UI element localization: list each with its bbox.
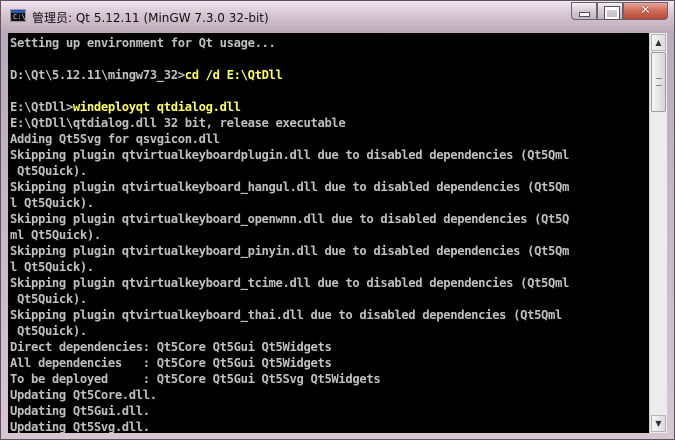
close-icon: ✕	[640, 3, 651, 18]
console-line: l Qt5Quick).	[10, 196, 94, 210]
console-command: cd /d E:\QtDll	[184, 68, 283, 82]
title-bar[interactable]: C:\ 管理员: Qt 5.12.11 (MinGW 7.3.0 32-bit)…	[1, 1, 674, 33]
console-line: Skipping plugin qtvirtualkeyboard_thai.d…	[10, 308, 563, 322]
console-line: Skipping plugin qtvirtualkeyboard_openwn…	[10, 212, 570, 226]
console-line: Setting up environment for Qt usage...	[10, 36, 276, 50]
arrow-down-icon: ▼	[655, 419, 662, 428]
console-icon[interactable]: C:\	[10, 9, 26, 22]
console-line: Skipping plugin qtvirtualkeyboard_hangul…	[10, 180, 570, 194]
console-command: windeployqt qtdialog.dll	[72, 100, 241, 114]
maximize-icon	[598, 3, 622, 19]
console-lines: Setting up environment for Qt usage... D:…	[10, 35, 569, 433]
console-line: Updating Qt5Svg.dll.	[10, 420, 150, 433]
console-line: To be deployed : Qt5Core Qt5Gui Qt5Svg Q…	[10, 372, 381, 386]
close-button[interactable]: ✕	[623, 2, 668, 20]
console-line: l Qt5Quick).	[10, 260, 94, 274]
console-icon-text: C:\	[13, 13, 26, 21]
minimize-icon	[572, 3, 596, 19]
scroll-up-button[interactable]: ▲	[651, 34, 666, 51]
console-line: Updating Qt5Core.dll.	[10, 388, 157, 402]
arrow-up-icon: ▲	[655, 38, 662, 47]
console-line: Skipping plugin qtvirtualkeyboard_pinyin…	[10, 244, 570, 258]
console-line: ml Qt5Quick).	[10, 228, 101, 242]
console-line: Skipping plugin qtvirtualkeyboard_tcime.…	[10, 276, 570, 290]
console-line: Qt5Quick).	[10, 292, 87, 306]
console-line: Qt5Quick).	[10, 164, 87, 178]
console-line: Updating Qt5Gui.dll.	[10, 404, 150, 418]
console-line: Adding Qt5Svg for qsvgicon.dll	[10, 132, 220, 146]
maximize-button[interactable]	[597, 2, 623, 20]
console-output[interactable]: Setting up environment for Qt usage... D:…	[8, 33, 649, 433]
window-title: 管理员: Qt 5.12.11 (MinGW 7.3.0 32-bit)	[32, 11, 269, 25]
console-prompt: E:\QtDll>	[10, 100, 73, 114]
minimize-button[interactable]	[571, 2, 597, 20]
scroll-down-button[interactable]: ▼	[651, 415, 666, 432]
console-line: Direct dependencies: Qt5Core Qt5Gui Qt5W…	[10, 340, 332, 354]
scrollbar-thumb[interactable]	[651, 52, 666, 112]
console-line: E:\QtDll>windeployqt qtdialog.dll	[10, 99, 569, 115]
window-controls: ✕	[571, 2, 668, 21]
console-line: E:\QtDll\qtdialog.dll 32 bit, release ex…	[10, 116, 346, 130]
console-prompt: D:\Qt\5.12.11\mingw73_32>	[10, 68, 185, 82]
console-line: D:\Qt\5.12.11\mingw73_32>cd /d E:\QtDll	[10, 67, 569, 83]
vertical-scrollbar[interactable]: ▲ ▼	[649, 33, 667, 433]
console-line: All dependencies : Qt5Core Qt5Gui Qt5Wid…	[10, 356, 332, 370]
console-window: C:\ 管理员: Qt 5.12.11 (MinGW 7.3.0 32-bit)…	[0, 0, 675, 440]
console-line: Qt5Quick).	[10, 324, 87, 338]
console-line: Skipping plugin qtvirtualkeyboardplugin.…	[10, 148, 570, 162]
